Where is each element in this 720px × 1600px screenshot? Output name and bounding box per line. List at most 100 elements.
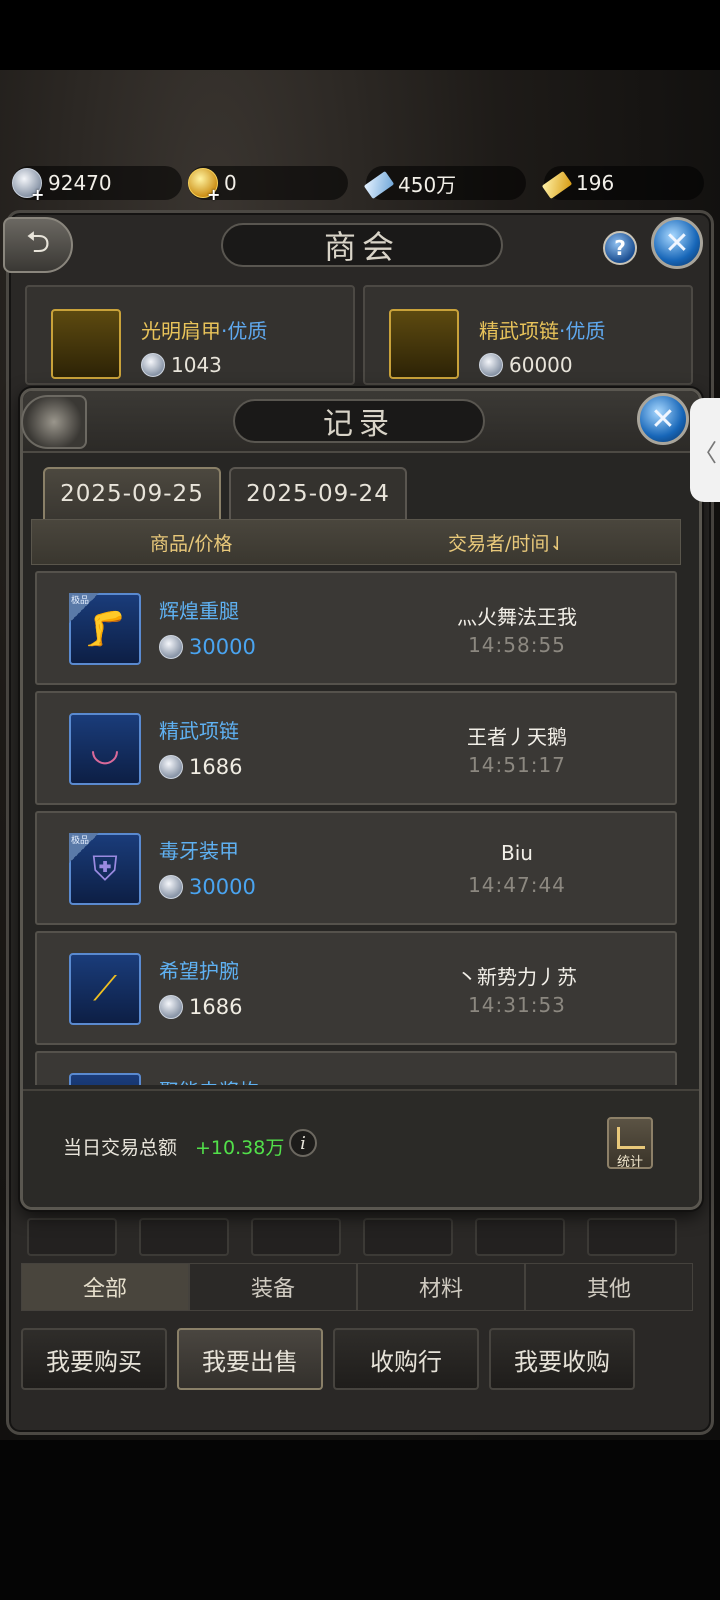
help-button[interactable]: ? bbox=[603, 231, 637, 265]
item-slot[interactable] bbox=[139, 1218, 229, 1256]
record-footer: 当日交易总额 +10.38万 i 统计 bbox=[23, 1089, 699, 1207]
record-header: 记录 ✕ bbox=[21, 391, 699, 453]
trade-time: 14:47:44 bbox=[468, 873, 566, 897]
shop-title: 商会 bbox=[221, 223, 503, 267]
record-dialog: 记录 ✕ 2025-09-25 2025-09-24 商品/价格 交易者/时间⇃… bbox=[20, 388, 702, 1210]
silver-amount: 92470 bbox=[48, 171, 112, 195]
trader-name: 王者丿天鹅 bbox=[467, 725, 567, 749]
close-icon: ✕ bbox=[650, 401, 676, 437]
back-arrow-icon: ⮌ bbox=[25, 224, 51, 260]
record-list[interactable]: 🦵 极品 辉煌重腿 30000 灬火舞法王我 14:58:55 ◡ 精武项链 1… bbox=[31, 571, 681, 1085]
gold-amount: 0 bbox=[224, 171, 237, 195]
record-title: 记录 bbox=[233, 399, 485, 443]
item-slot[interactable] bbox=[363, 1218, 453, 1256]
silver-coin-icon bbox=[159, 635, 183, 659]
stats-label: 统计 bbox=[616, 1155, 643, 1170]
gold-ingot-amount: 196 bbox=[576, 171, 615, 195]
record-row[interactable]: ⟋ 希望护腕 1686 丶新势力丿苏 14:31:53 bbox=[35, 931, 677, 1045]
featured-item-price: 60000 bbox=[479, 353, 573, 377]
blue-ingot-currency[interactable]: 450万 bbox=[363, 166, 526, 200]
info-icon[interactable]: i bbox=[289, 1129, 317, 1157]
trader-name: Biu bbox=[501, 841, 533, 865]
featured-item-name: 精武项链·优质 bbox=[479, 319, 606, 343]
gold-coin-icon: + bbox=[188, 168, 220, 204]
item-slot[interactable] bbox=[587, 1218, 677, 1256]
tab-date-yesterday[interactable]: 2025-09-24 bbox=[229, 467, 407, 519]
record-row[interactable]: 聚能电浆炮 bbox=[35, 1051, 677, 1085]
buy-button[interactable]: 我要购买 bbox=[21, 1328, 167, 1390]
item-price: 1686 bbox=[159, 995, 242, 1019]
item-name: 毒牙装甲 bbox=[159, 839, 239, 863]
featured-item-name: 光明肩甲·优质 bbox=[141, 319, 268, 343]
record-row[interactable]: ⛨ 极品 毒牙装甲 30000 Biu 14:47:44 bbox=[35, 811, 677, 925]
trade-time: 14:31:53 bbox=[468, 993, 566, 1017]
necklace-icon: ◡ bbox=[69, 713, 141, 785]
chart-icon bbox=[617, 1127, 645, 1149]
body-armor-icon: ⛨ 极品 bbox=[69, 833, 141, 905]
leg-armor-icon: 🦵 极品 bbox=[69, 593, 141, 665]
bottom-background bbox=[0, 1440, 720, 1600]
ornament-knob-icon bbox=[21, 395, 87, 449]
gold-ingot-icon bbox=[541, 170, 573, 200]
close-icon: ✕ bbox=[664, 225, 690, 261]
item-name: 辉煌重腿 bbox=[159, 599, 239, 623]
tab-date-today[interactable]: 2025-09-25 bbox=[43, 467, 221, 519]
silver-coin-icon bbox=[159, 875, 183, 899]
featured-item[interactable]: 精武项链·优质 60000 bbox=[363, 285, 693, 385]
currency-bar: + 92470 + 0 450万 196 bbox=[0, 166, 720, 204]
column-trader-time[interactable]: 交易者/时间⇃ bbox=[448, 529, 565, 556]
tab-equipment[interactable]: 装备 bbox=[189, 1263, 357, 1311]
record-column-header: 商品/价格 交易者/时间⇃ bbox=[31, 519, 681, 565]
status-bar-area bbox=[0, 0, 720, 70]
silver-coin-icon bbox=[159, 755, 183, 779]
gold-ingot-currency[interactable]: 196 bbox=[541, 166, 704, 200]
item-name: 希望护腕 bbox=[159, 959, 239, 983]
silver-coin-icon bbox=[479, 353, 503, 377]
tab-other[interactable]: 其他 bbox=[525, 1263, 693, 1311]
back-button[interactable]: ⮌ bbox=[3, 217, 73, 273]
item-price: 1686 bbox=[159, 755, 242, 779]
shoulder-armor-icon bbox=[51, 309, 121, 379]
necklace-icon bbox=[389, 309, 459, 379]
item-price: 30000 bbox=[159, 635, 256, 659]
record-row[interactable]: ◡ 精武项链 1686 王者丿天鹅 14:51:17 bbox=[35, 691, 677, 805]
sell-button[interactable]: 我要出售 bbox=[177, 1328, 323, 1390]
daily-total-value: +10.38万 bbox=[195, 1137, 285, 1159]
trader-name: 丶新势力丿苏 bbox=[457, 965, 577, 989]
filter-tabs: 全部 装备 材料 其他 bbox=[21, 1263, 693, 1311]
featured-item-price: 1043 bbox=[141, 353, 222, 377]
item-price: 30000 bbox=[159, 875, 256, 899]
trade-time: 14:58:55 bbox=[468, 633, 566, 657]
silver-coin-icon: + bbox=[12, 168, 44, 204]
bottom-nav: 我要购买 我要出售 收购行 我要收购 bbox=[21, 1328, 701, 1394]
item-name: 聚能电浆炮 bbox=[159, 1075, 259, 1085]
record-row[interactable]: 🦵 极品 辉煌重腿 30000 灬火舞法王我 14:58:55 bbox=[35, 571, 677, 685]
shop-header: ⮌ 商会 ? ✕ bbox=[3, 213, 711, 273]
blue-ingot-icon bbox=[363, 170, 395, 200]
shop-close-button[interactable]: ✕ bbox=[651, 217, 703, 269]
blue-ingot-amount: 450万 bbox=[398, 172, 457, 197]
daily-total-label: 当日交易总额 bbox=[63, 1137, 178, 1159]
item-name: 精武项链 bbox=[159, 719, 239, 743]
request-purchase-button[interactable]: 我要收购 bbox=[489, 1328, 635, 1390]
stats-button[interactable]: 统计 bbox=[607, 1117, 653, 1170]
item-slot[interactable] bbox=[475, 1218, 565, 1256]
item-slot[interactable] bbox=[251, 1218, 341, 1256]
purchase-house-button[interactable]: 收购行 bbox=[333, 1328, 479, 1390]
gold-currency[interactable]: + 0 bbox=[188, 166, 348, 204]
bracer-icon: ⟋ bbox=[69, 953, 141, 1025]
side-drawer-handle[interactable]: 〈 bbox=[690, 398, 720, 502]
premium-badge: 极品 bbox=[69, 593, 99, 623]
silver-coin-icon bbox=[141, 353, 165, 377]
cannon-icon bbox=[69, 1073, 141, 1085]
record-close-button[interactable]: ✕ bbox=[637, 393, 689, 445]
silver-currency[interactable]: + 92470 bbox=[12, 166, 182, 204]
tab-all[interactable]: 全部 bbox=[21, 1263, 189, 1311]
premium-badge: 极品 bbox=[69, 833, 99, 863]
featured-item[interactable]: 光明肩甲·优质 1043 bbox=[25, 285, 355, 385]
column-goods-price: 商品/价格 bbox=[150, 532, 233, 555]
trade-time: 14:51:17 bbox=[468, 753, 566, 777]
date-tabs: 2025-09-25 2025-09-24 bbox=[43, 467, 407, 519]
item-slot[interactable] bbox=[27, 1218, 117, 1256]
tab-materials[interactable]: 材料 bbox=[357, 1263, 525, 1311]
